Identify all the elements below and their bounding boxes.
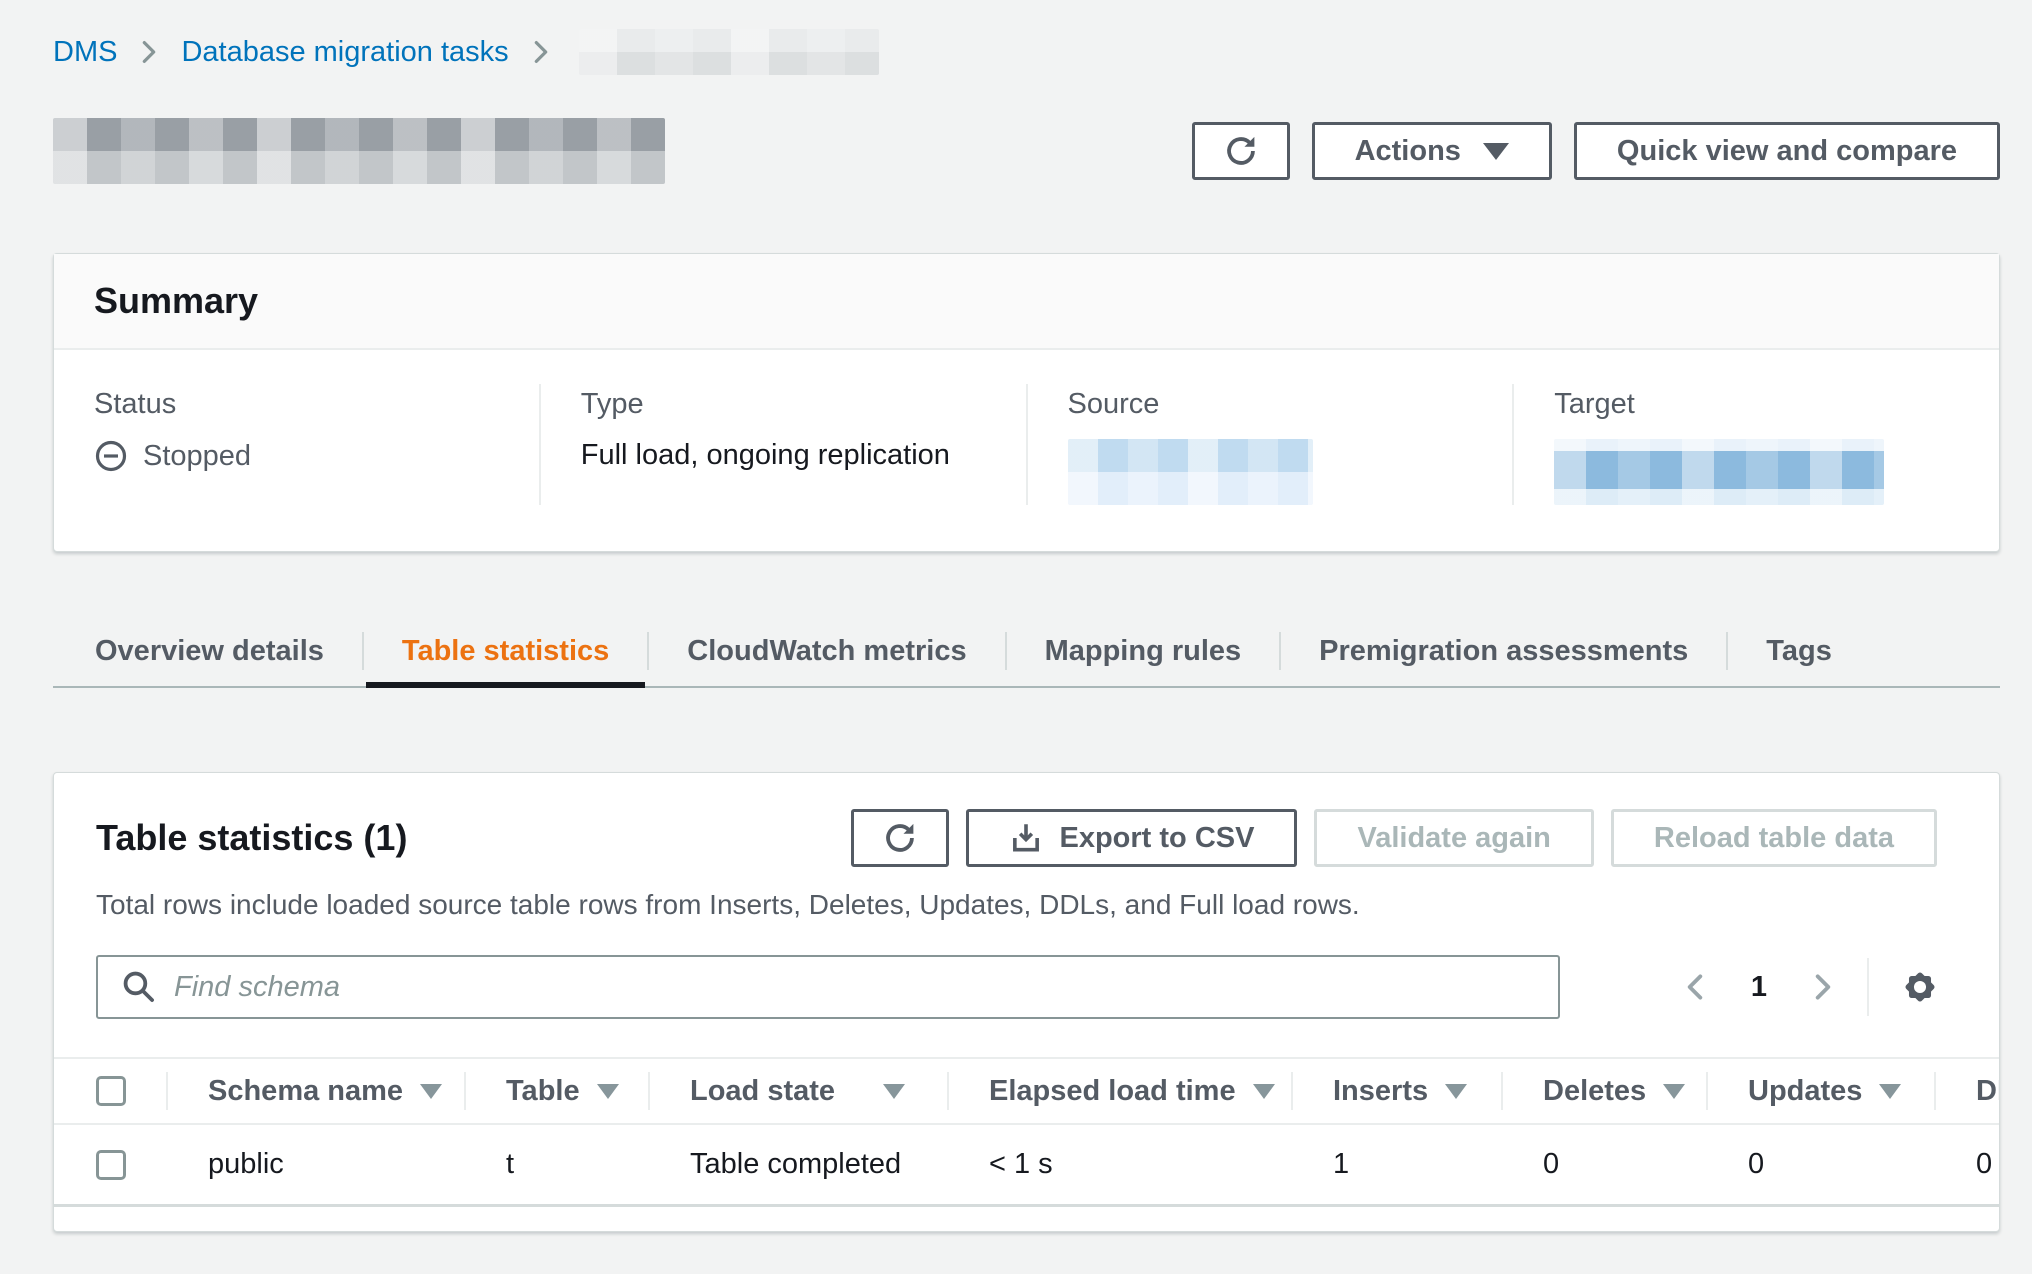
status-value: Stopped xyxy=(94,439,499,473)
summary-card: Summary Status Stopped Type Full load, o… xyxy=(53,253,2000,552)
chevron-right-icon xyxy=(529,37,553,67)
target-label: Target xyxy=(1554,388,1959,421)
table-settings-button[interactable] xyxy=(1899,966,1941,1008)
table-refresh-button[interactable] xyxy=(851,809,949,867)
source-label: Source xyxy=(1068,388,1473,421)
refresh-icon xyxy=(882,820,918,856)
sort-caret-icon xyxy=(1445,1084,1467,1099)
tab-premigration-assessments[interactable]: Premigration assessments xyxy=(1281,616,1726,686)
table-statistics-title: Table statistics (1) xyxy=(96,817,407,859)
table-actions: Export to CSV Validate again Reload tabl… xyxy=(851,809,1937,867)
cell-elapsed-load-time: < 1 s xyxy=(947,1125,1291,1204)
sort-caret-icon xyxy=(1253,1084,1275,1099)
table-statistics-description: Total rows include loaded source table r… xyxy=(54,867,1999,921)
cell-load-state: Table completed xyxy=(648,1125,947,1204)
pagination-divider xyxy=(1867,958,1869,1016)
table-header-row: Schema name Table Load state Elapsed loa… xyxy=(54,1059,2000,1125)
refresh-icon xyxy=(1223,133,1259,169)
cell-deletes: 0 xyxy=(1501,1125,1706,1204)
status-label: Status xyxy=(94,388,499,421)
actions-button[interactable]: Actions xyxy=(1312,122,1552,180)
search-icon xyxy=(120,968,158,1006)
table-row: public t Table completed < 1 s 1 0 0 0 xyxy=(54,1125,2000,1207)
column-header-updates[interactable]: Updates xyxy=(1706,1059,1934,1123)
cell-schema-name: public xyxy=(166,1125,464,1204)
column-header-table[interactable]: Table xyxy=(464,1059,648,1123)
select-all-cell xyxy=(54,1059,166,1123)
sort-caret-icon xyxy=(420,1084,442,1099)
page-header: Actions Quick view and compare xyxy=(53,118,2000,184)
summary-target-column: Target xyxy=(1512,384,1999,505)
stopped-circle-minus-icon xyxy=(94,439,128,473)
tab-overview-details[interactable]: Overview details xyxy=(53,616,362,686)
table-statistics-table: Schema name Table Load state Elapsed loa… xyxy=(54,1057,2000,1207)
search-input[interactable] xyxy=(174,971,1536,1004)
download-icon xyxy=(1009,821,1043,855)
target-value-redacted[interactable] xyxy=(1554,439,1884,505)
breadcrumb-link-tasks[interactable]: Database migration tasks xyxy=(181,36,508,69)
header-actions: Actions Quick view and compare xyxy=(1192,122,2000,180)
next-page-button[interactable] xyxy=(1801,970,1845,1004)
schema-search-box xyxy=(96,955,1560,1019)
reload-table-data-button[interactable]: Reload table data xyxy=(1611,809,1937,867)
column-header-load-state[interactable]: Load state xyxy=(648,1059,947,1123)
caret-down-icon xyxy=(1483,143,1509,160)
chevron-left-icon xyxy=(1681,970,1709,1004)
breadcrumb-link-dms[interactable]: DMS xyxy=(53,36,117,69)
sort-caret-icon xyxy=(883,1084,905,1099)
cell-inserts: 1 xyxy=(1291,1125,1501,1204)
cell-table: t xyxy=(464,1125,648,1204)
sort-caret-icon xyxy=(597,1084,619,1099)
tab-tags[interactable]: Tags xyxy=(1728,616,1870,686)
tab-mapping-rules[interactable]: Mapping rules xyxy=(1007,616,1280,686)
summary-title: Summary xyxy=(94,280,1959,322)
tab-cloudwatch-metrics[interactable]: CloudWatch metrics xyxy=(649,616,1004,686)
tab-table-statistics[interactable]: Table statistics xyxy=(364,616,647,686)
summary-status-column: Status Stopped xyxy=(54,384,539,505)
refresh-button[interactable] xyxy=(1192,122,1290,180)
current-page-number[interactable]: 1 xyxy=(1717,971,1801,1004)
chevron-right-icon xyxy=(1809,970,1837,1004)
breadcrumb: DMS Database migration tasks xyxy=(53,0,2000,74)
row-select-cell xyxy=(54,1125,166,1204)
gear-icon xyxy=(1899,966,1941,1008)
type-value: Full load, ongoing replication xyxy=(581,439,986,472)
column-header-schema-name[interactable]: Schema name xyxy=(166,1059,464,1123)
export-csv-button[interactable]: Export to CSV xyxy=(966,809,1297,867)
summary-source-column: Source xyxy=(1026,384,1513,505)
breadcrumb-current-redacted xyxy=(579,29,879,75)
source-value-redacted[interactable] xyxy=(1068,439,1313,505)
cell-ddls: 0 xyxy=(1934,1125,2000,1204)
column-header-elapsed-load-time[interactable]: Elapsed load time xyxy=(947,1059,1291,1123)
column-header-ddls[interactable]: DDLs xyxy=(1934,1059,2000,1123)
page-title-redacted xyxy=(53,118,665,184)
tab-bar: Overview details Table statistics CloudW… xyxy=(53,616,2000,688)
summary-card-header: Summary xyxy=(54,254,1999,350)
pagination: 1 xyxy=(1673,958,1941,1016)
sort-caret-icon xyxy=(1879,1084,1901,1099)
column-header-inserts[interactable]: Inserts xyxy=(1291,1059,1501,1123)
previous-page-button[interactable] xyxy=(1673,970,1717,1004)
type-label: Type xyxy=(581,388,986,421)
validate-again-button[interactable]: Validate again xyxy=(1314,809,1593,867)
summary-grid: Status Stopped Type Full load, ongoing r… xyxy=(54,350,1999,551)
select-all-checkbox[interactable] xyxy=(96,1076,126,1106)
cell-updates: 0 xyxy=(1706,1125,1934,1204)
table-statistics-card: Table statistics (1) Export to CSV xyxy=(53,772,2000,1232)
chevron-right-icon xyxy=(137,37,161,67)
quick-view-compare-button[interactable]: Quick view and compare xyxy=(1574,122,2000,180)
dms-task-page: DMS Database migration tasks Actions Qui… xyxy=(0,0,2032,1274)
column-header-deletes[interactable]: Deletes xyxy=(1501,1059,1706,1123)
sort-caret-icon xyxy=(1663,1084,1685,1099)
row-checkbox[interactable] xyxy=(96,1150,126,1180)
summary-type-column: Type Full load, ongoing replication xyxy=(539,384,1026,505)
